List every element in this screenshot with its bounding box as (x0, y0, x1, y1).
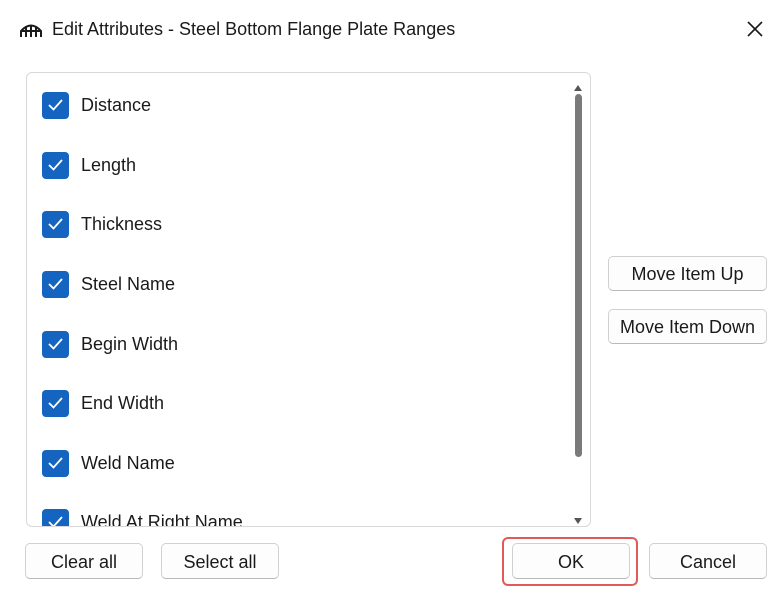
list-item[interactable]: Weld Name (42, 450, 542, 478)
scroll-down-arrow-icon[interactable] (573, 512, 583, 530)
attribute-list[interactable]: Distance Length Thickness Steel Name Beg… (26, 72, 591, 527)
list-item-label: Steel Name (81, 274, 176, 294)
checkbox[interactable] (42, 152, 69, 179)
list-item-label: Length (81, 155, 137, 175)
ok-button[interactable]: OK (512, 543, 630, 579)
title-bar: Edit Attributes - Steel Bottom Flange Pl… (0, 0, 775, 62)
checkbox[interactable] (42, 390, 69, 417)
dialog-title: Edit Attributes - Steel Bottom Flange Pl… (52, 19, 456, 39)
checkbox[interactable] (42, 92, 69, 119)
list-item[interactable]: Steel Name (42, 271, 542, 299)
checkbox[interactable] (42, 271, 69, 298)
close-icon[interactable] (740, 14, 770, 44)
list-item-label: End Width (81, 393, 165, 413)
move-item-up-button[interactable]: Move Item Up (608, 256, 767, 291)
list-item[interactable]: Thickness (42, 211, 542, 239)
list-item[interactable]: Distance (42, 92, 542, 120)
select-all-button[interactable]: Select all (161, 543, 279, 579)
edit-attributes-dialog: Edit Attributes - Steel Bottom Flange Pl… (0, 0, 775, 593)
checkbox[interactable] (42, 211, 69, 238)
checkbox[interactable] (42, 509, 69, 526)
list-item-label: Begin Width (81, 334, 179, 354)
list-item[interactable]: End Width (42, 390, 542, 418)
vertical-scrollbar[interactable] (570, 76, 586, 524)
list-item[interactable]: Length (42, 152, 542, 180)
list-item-label: Distance (81, 95, 152, 115)
list-item-label: Thickness (81, 214, 163, 234)
list-item-label: Weld At Right Name (81, 512, 243, 527)
scroll-thumb[interactable] (575, 94, 582, 457)
list-item[interactable]: Begin Width (42, 331, 542, 359)
cancel-button[interactable]: Cancel (649, 543, 767, 579)
move-item-down-button[interactable]: Move Item Down (608, 309, 767, 344)
checkbox[interactable] (42, 450, 69, 477)
checkbox[interactable] (42, 331, 69, 358)
list-item[interactable]: Weld At Right Name (42, 509, 542, 527)
list-item-label: Weld Name (81, 453, 175, 473)
bridge-icon (20, 22, 42, 38)
clear-all-button[interactable]: Clear all (25, 543, 143, 579)
